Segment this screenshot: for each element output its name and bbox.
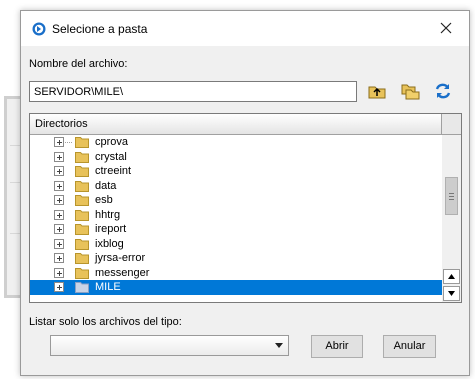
scroll-down-icon[interactable] [443,286,460,301]
tree-item-label: messenger [95,266,150,279]
cancel-button[interactable]: Anular [383,335,436,358]
folder-icon [75,253,89,264]
tree-item-ixblog[interactable]: ixblog [30,237,442,252]
directories-header[interactable]: Directorios [30,114,442,135]
filename-label: Nombre del archivo: [29,58,128,70]
expand-icon[interactable] [54,137,64,147]
expand-icon[interactable] [54,224,64,234]
folder-up-icon[interactable] [367,81,387,101]
directory-tree[interactable]: Directorios cprova crystal ctreeint data… [29,113,462,303]
folders-icon[interactable] [400,81,420,101]
folder-icon [75,180,89,192]
scrollbar-thumb[interactable] [445,177,458,215]
expand-icon[interactable] [54,151,64,162]
tree-item-crystal[interactable]: crystal [30,150,442,165]
tree-item-label: hhtrg [95,208,121,221]
tree-item-label: jyrsa-error [95,252,146,264]
folder-icon [75,137,89,148]
folder-icon [75,238,89,250]
tree-item-label: ixblog [95,237,124,250]
refresh-icon[interactable] [433,81,453,101]
folder-icon [75,195,89,206]
tree-item-label: cprova [95,136,129,148]
header-filler [442,114,461,135]
folder-icon [75,166,89,177]
tree-item-cprova[interactable]: cprova [30,135,442,150]
tree-item-label: esb [95,194,113,206]
expand-icon[interactable] [54,209,64,220]
close-button[interactable] [424,11,469,46]
expand-icon[interactable] [54,166,64,176]
scroll-up-icon[interactable] [443,269,460,284]
tree-item-label: ireport [95,223,127,235]
expand-icon[interactable] [54,238,64,249]
tree-item-data[interactable]: data [30,179,442,194]
title-bar[interactable]: Selecione a pasta [21,11,469,46]
chevron-down-icon [275,343,283,348]
folder-icon [75,267,89,279]
tree-item-ctreeint[interactable]: ctreeint [30,164,442,179]
tree-item-mile[interactable]: MILE [30,280,442,295]
expand-icon[interactable] [54,253,64,263]
tree-item-label: ctreeint [95,165,132,177]
folder-icon [75,282,89,293]
tree-item-esb[interactable]: esb [30,193,442,208]
tree-item-label: MILE [95,281,121,293]
expand-icon[interactable] [54,195,64,205]
tree-item-ireport[interactable]: ireport [30,222,442,237]
file-type-select[interactable] [50,335,289,356]
path-input[interactable] [29,81,357,102]
app-icon [32,22,46,36]
tree-item-hhtrg[interactable]: hhtrg [30,208,442,223]
select-folder-dialog: Selecione a pasta Nombre del archivo: Di… [20,10,470,376]
expand-icon[interactable] [54,282,64,292]
expand-icon[interactable] [54,267,64,278]
close-icon [440,22,452,34]
open-button[interactable]: Abrir [311,335,363,358]
dialog-title: Selecione a pasta [52,22,148,36]
tree-item-label: data [95,179,117,192]
vertical-scrollbar[interactable] [442,135,461,302]
folder-icon [75,224,89,235]
expand-icon[interactable] [54,180,64,191]
tree-item-messenger[interactable]: messenger [30,266,442,281]
tree-rows: cprova crystal ctreeint data esb hhtrg i… [30,135,442,295]
tree-item-label: crystal [95,150,127,163]
file-type-label: Listar solo los archivos del tipo: [29,316,182,328]
folder-icon [75,209,89,221]
tree-item-jyrsa-error[interactable]: jyrsa-error [30,251,442,266]
folder-icon [75,151,89,163]
